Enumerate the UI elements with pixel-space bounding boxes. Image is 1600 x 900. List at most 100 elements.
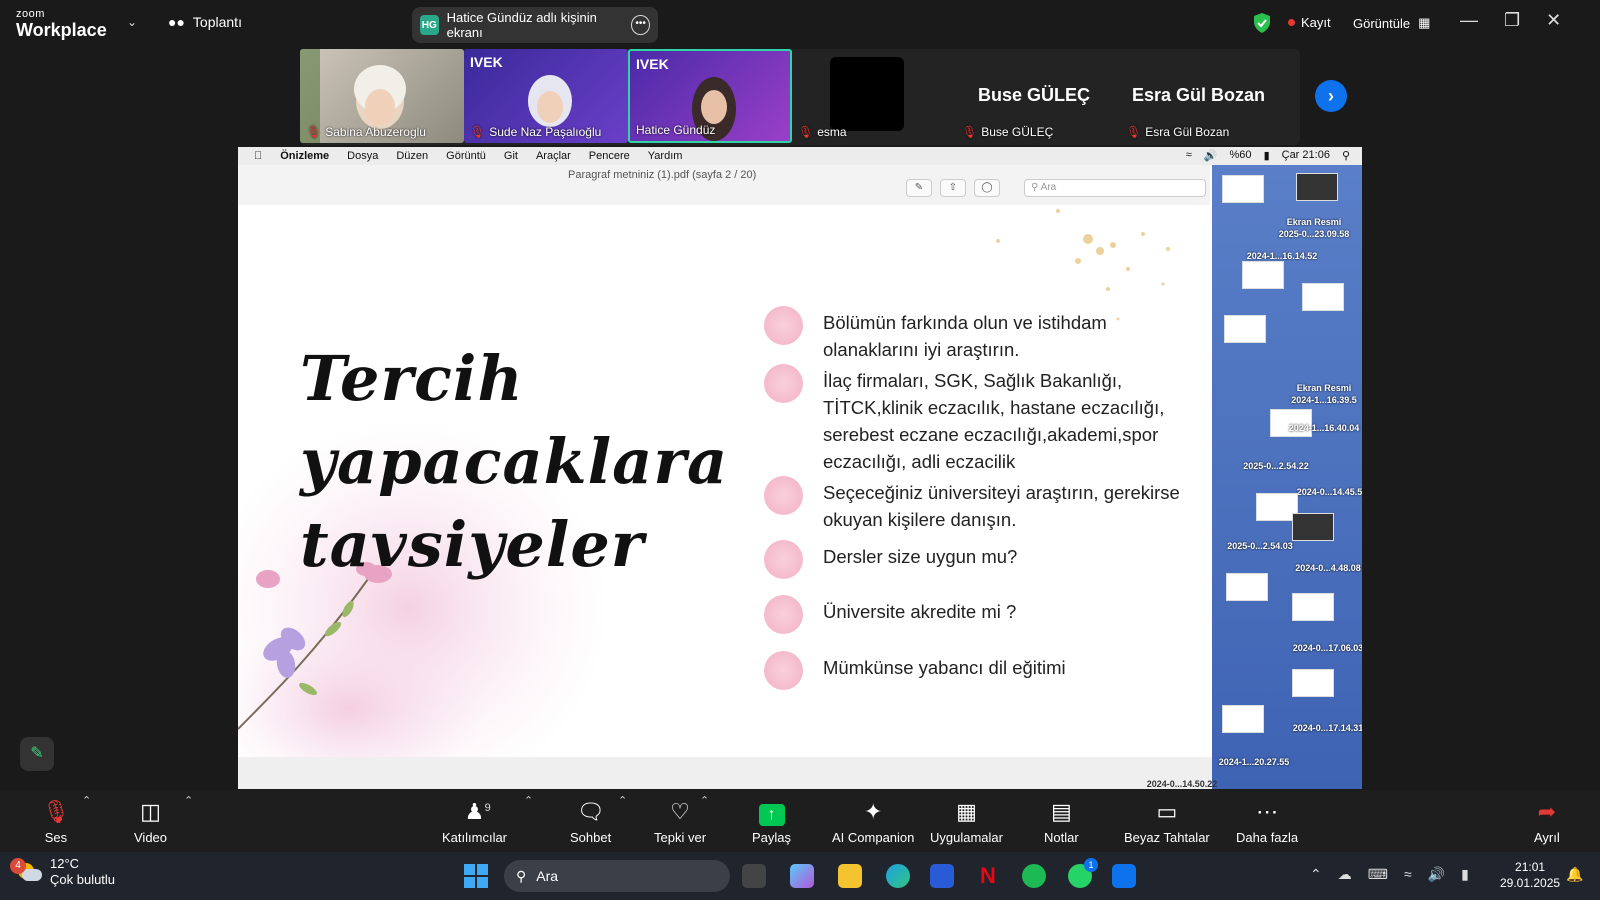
menu-file[interactable]: Dosya [347, 150, 378, 162]
wifi-icon[interactable]: ≈ [1404, 866, 1412, 883]
file-label: 2024-0...17.06.03 [1292, 643, 1362, 653]
menu-go[interactable]: Git [504, 150, 518, 162]
menu-preview[interactable]: Önizleme [280, 150, 329, 162]
notes-button[interactable]: ▤ Notlar [1044, 798, 1079, 845]
bullet-circle-icon [764, 595, 803, 634]
apple-icon[interactable]:  [254, 150, 262, 162]
zoom-app-icon[interactable] [1112, 864, 1136, 888]
restore-icon[interactable]: ❐ [1504, 10, 1520, 31]
battery-icon[interactable]: ▮ [1461, 866, 1469, 883]
heart-icon: ♡ [670, 799, 690, 824]
cloud-icon[interactable]: ☁ [1338, 866, 1352, 883]
mac-menu-bar:  Önizleme Dosya Düzen Görüntü Git Araçl… [238, 147, 1362, 165]
file-label: Ekran Resmi [1296, 383, 1352, 393]
language-icon[interactable]: ⌨ [1368, 866, 1388, 883]
whiteboard-icon: ▭ [1156, 799, 1178, 824]
meeting-label: Toplantı [192, 14, 242, 30]
zoom-logo[interactable]: zoom Workplace [16, 9, 107, 40]
task-view-icon[interactable] [742, 864, 766, 888]
notification-bell-icon[interactable]: 🔔 [1566, 866, 1583, 883]
taskbar-clock[interactable]: 21:01 29.01.2025 [1500, 859, 1560, 891]
preview-search-input[interactable]: ⚲ Ara [1024, 179, 1206, 197]
spotify-icon[interactable] [1022, 864, 1046, 888]
ai-companion-button[interactable]: ✦ AI Companion [832, 798, 914, 845]
participant-tile[interactable]: IVEK 🎙 Sude Naz Paşalıoğlu [464, 49, 628, 143]
chat-options-chevron-icon[interactable]: ⌃ [618, 794, 627, 807]
screenshot-file-icon[interactable] [1302, 283, 1344, 311]
chat-button[interactable]: 🗨 Sohbet [570, 798, 611, 845]
react-options-chevron-icon[interactable]: ⌃ [700, 794, 709, 807]
participant-tile[interactable]: 🎙 Sabina Abuzeroglu [300, 49, 464, 143]
next-page-button[interactable]: › [1315, 80, 1347, 112]
share-icon[interactable]: ⇧ [940, 179, 966, 197]
shared-screen:  Önizleme Dosya Düzen Görüntü Git Araçl… [238, 147, 1362, 789]
windows-start-icon[interactable] [464, 864, 488, 888]
close-icon[interactable]: ✕ [1546, 10, 1561, 31]
view-menu[interactable]: Görüntüle ▦ [1353, 15, 1430, 31]
record-dot-icon [1288, 19, 1295, 26]
markup-icon[interactable]: ✎ [906, 179, 932, 197]
annotate-pen-button[interactable]: ✎ [20, 737, 54, 771]
netflix-icon[interactable]: N [976, 864, 1000, 888]
whiteboards-button[interactable]: ▭ Beyaz Tahtalar [1124, 798, 1210, 845]
mac-clock: Çar 21:06 [1281, 149, 1330, 161]
chevron-up-icon[interactable]: ⌃ [1310, 866, 1322, 883]
more-button[interactable]: ⋯ Daha fazla [1236, 798, 1298, 845]
participant-tile[interactable]: 🎙 esma [792, 49, 956, 143]
menu-edit[interactable]: Düzen [396, 150, 428, 162]
menu-window[interactable]: Pencere [589, 150, 630, 162]
participant-avatar [830, 57, 904, 131]
taskbar-search-input[interactable]: ⚲ Ara [504, 860, 730, 892]
shield-icon[interactable] [1252, 12, 1272, 34]
edge-icon[interactable] [886, 864, 910, 888]
audio-options-chevron-icon[interactable]: ⌃ [82, 794, 91, 807]
sparkle-icon: ✦ [863, 799, 883, 824]
participant-tile[interactable]: Buse GÜLEÇ 🎙 Buse GÜLEÇ [956, 49, 1120, 143]
minimize-icon[interactable]: — [1460, 10, 1478, 31]
record-indicator[interactable]: Kayıt [1288, 15, 1331, 30]
meeting-menu[interactable]: ●● Toplantı [168, 14, 242, 30]
participants-button[interactable]: ♟ 9 Katılımcılar [442, 798, 507, 845]
screenshot-file-icon[interactable] [1222, 175, 1264, 203]
screenshot-file-icon[interactable] [1292, 513, 1334, 541]
screenshot-file-icon[interactable] [1296, 173, 1338, 201]
whatsapp-icon[interactable]: 1 [1068, 858, 1098, 888]
apps-button[interactable]: ▦ Uygulamalar [930, 798, 1003, 845]
participant-big-name: Buse GÜLEÇ [978, 85, 1091, 105]
screenshot-file-icon[interactable] [1226, 573, 1268, 601]
participant-name: 🎙 Sude Naz Paşalıoğlu [470, 125, 602, 139]
document-title[interactable]: Paragraf metniniz (1).pdf (sayfa 2 / 20) [568, 169, 756, 181]
chevron-down-icon[interactable]: ⌄ [127, 15, 137, 29]
search-icon: ⚲ [1341, 150, 1350, 162]
video-options-chevron-icon[interactable]: ⌃ [184, 794, 193, 807]
menu-tools[interactable]: Araçlar [536, 150, 571, 162]
slide-bullet: Bölümün farkında olun ve istihdam olanak… [764, 306, 1204, 363]
participants-options-chevron-icon[interactable]: ⌃ [524, 794, 533, 807]
screenshot-file-icon[interactable] [1224, 315, 1266, 343]
annotate-icon[interactable]: ◯ [974, 179, 1000, 197]
screenshot-file-icon[interactable] [1292, 669, 1334, 697]
camera-icon: ◫ [140, 799, 161, 824]
copilot-icon[interactable] [790, 864, 814, 888]
file-explorer-icon[interactable] [838, 864, 862, 888]
menu-view[interactable]: Görüntü [446, 150, 486, 162]
participant-tile[interactable]: Esra Gül Bozan 🎙 Esra Gül Bozan [1120, 49, 1284, 143]
screenshot-file-icon[interactable] [1292, 593, 1334, 621]
audio-button[interactable]: 🎙 Ses [42, 798, 70, 845]
weather-widget[interactable]: 4 12°C Çok bulutlu [10, 856, 115, 888]
store-icon[interactable] [930, 864, 954, 888]
volume-icon[interactable]: 🔊 [1428, 866, 1445, 883]
leave-button[interactable]: ➦ Ayrıl [1534, 798, 1560, 845]
view-label: Görüntüle [1353, 15, 1411, 31]
screen-share-indicator[interactable]: HG Hatice Gündüz adlı kişinin ekranı ••• [412, 7, 658, 43]
menu-help[interactable]: Yardım [648, 150, 683, 162]
screenshot-file-icon[interactable] [1222, 705, 1264, 733]
mac-desktop: Ekran Resmi 2025-0...23.09.58 2024-1...1… [1147, 165, 1362, 789]
video-button[interactable]: ◫ Video [134, 798, 167, 845]
more-options-icon[interactable]: ••• [631, 15, 650, 35]
preview-tools: ✎ ⇧ ◯ [906, 179, 1000, 197]
participant-tile-active[interactable]: IVEK Hatice Gündüz [628, 49, 792, 143]
share-screen-button[interactable]: ↑ Paylaş [752, 798, 791, 845]
react-button[interactable]: ♡ Tepki ver [654, 798, 706, 845]
screenshot-file-icon[interactable] [1242, 261, 1284, 289]
